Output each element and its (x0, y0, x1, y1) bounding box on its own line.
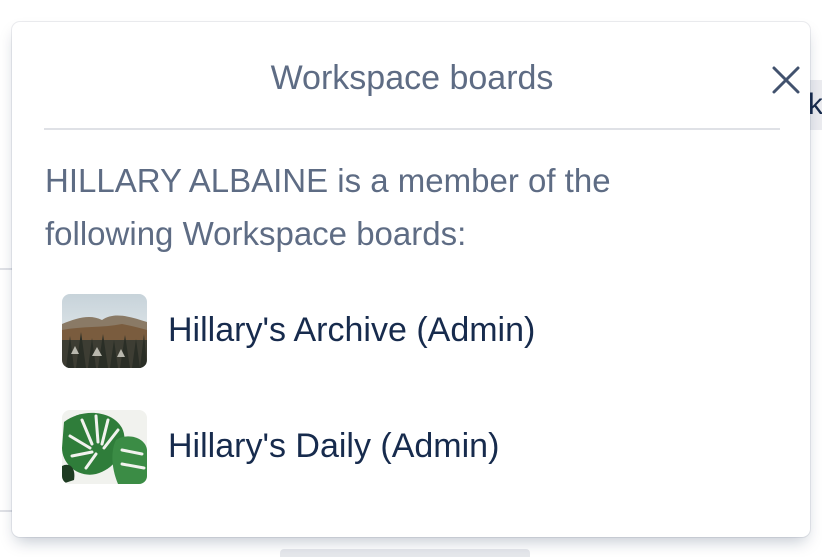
board-name-archive: Hillary's Archive (Admin) (168, 311, 536, 349)
popover-body: HILLARY ALBAINE is a member of the follo… (45, 154, 785, 484)
board-thumbnail-archive (62, 294, 147, 368)
popover-title: Workspace boards (270, 59, 554, 97)
board-item-daily[interactable]: Hillary's Daily (Admin) (62, 410, 762, 526)
popover-header: Workspace boards (44, 22, 800, 130)
board-item-archive[interactable]: Hillary's Archive (Admin) (62, 294, 762, 410)
background-strip (280, 549, 530, 557)
intro-text: HILLARY ALBAINE is a member of the follo… (45, 162, 611, 252)
board-name-daily: Hillary's Daily (Admin) (168, 427, 500, 465)
workspace-boards-popover: Workspace boards HILLARY ALBAINE is a me… (12, 22, 810, 537)
monstera-leaf-photo (62, 410, 147, 484)
board-thumbnail-daily (62, 410, 147, 484)
board-list: Hillary's Archive (Admin) Hillary's Dail… (62, 294, 762, 526)
mountain-forest-photo (62, 294, 147, 368)
close-button[interactable] (762, 56, 810, 104)
close-icon (772, 66, 800, 94)
